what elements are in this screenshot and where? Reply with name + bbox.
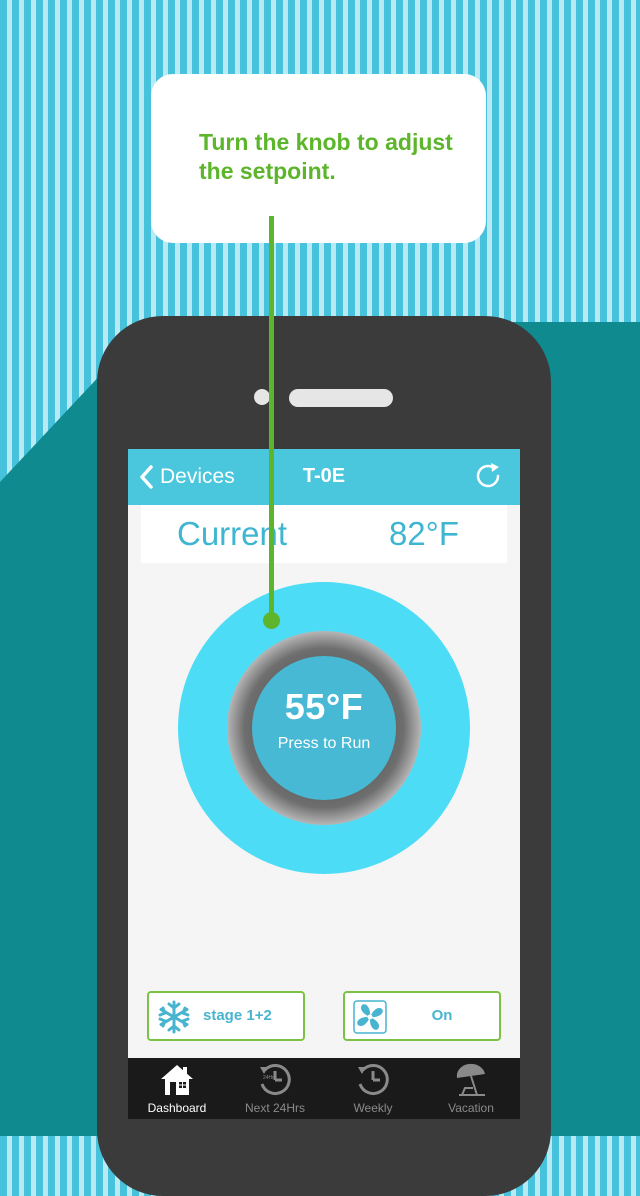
callout-pointer-dot <box>263 612 280 629</box>
callout-text: Turn the knob to adjust the setpoint. <box>199 129 453 184</box>
nav-bar: Devices T-0E <box>128 449 520 505</box>
page-title: T-0E <box>302 465 346 487</box>
callout-pointer-line <box>269 216 274 622</box>
tab-weekly-label: Weekly <box>353 1101 393 1115</box>
tab-vacation[interactable]: Vacation <box>422 1058 520 1119</box>
fan-mode-button[interactable]: On <box>343 991 501 1041</box>
app-screen: Devices T-0E Current 82°F 55°F Press to … <box>128 449 520 1119</box>
svg-text:24Hrs: 24Hrs <box>263 1075 277 1081</box>
setpoint-value: 55°F <box>284 686 364 727</box>
tab-bar: Dashboard 24Hrs Next 24Hrs Weekly Vacati… <box>128 1058 520 1119</box>
current-temperature-panel: Current 82°F <box>141 505 507 563</box>
stage-mode-label: stage 1+2 <box>203 1007 272 1024</box>
history-clock-icon <box>358 1064 389 1095</box>
house-icon <box>161 1065 193 1095</box>
run-button-label: Press to Run <box>277 735 371 752</box>
phone-camera <box>254 389 270 405</box>
phone-speaker <box>289 389 393 407</box>
knob-inner-ring: 55°F Press to Run <box>227 631 421 825</box>
tab-dashboard[interactable]: Dashboard <box>128 1058 226 1119</box>
setpoint-knob[interactable]: 55°F Press to Run <box>178 582 470 874</box>
tab-vacation-label: Vacation <box>448 1101 494 1115</box>
snowflake-icon <box>158 1000 190 1034</box>
stage-mode-button[interactable]: stage 1+2 <box>147 991 305 1041</box>
run-button[interactable]: 55°F Press to Run <box>252 656 396 800</box>
tab-next-24hrs-label: Next 24Hrs <box>244 1101 306 1115</box>
beach-umbrella-icon <box>456 1063 485 1096</box>
clock-24hrs-icon: 24Hrs <box>260 1064 291 1095</box>
tab-dashboard-label: Dashboard <box>147 1101 207 1115</box>
tutorial-callout: Turn the knob to adjust the setpoint. <box>151 74 486 243</box>
tab-next-24hrs[interactable]: 24Hrs Next 24Hrs <box>226 1058 324 1119</box>
fan-mode-label: On <box>431 1007 453 1024</box>
current-temperature: 82°F <box>388 515 459 552</box>
refresh-icon[interactable] <box>474 461 502 491</box>
tab-weekly[interactable]: Weekly <box>324 1058 422 1119</box>
